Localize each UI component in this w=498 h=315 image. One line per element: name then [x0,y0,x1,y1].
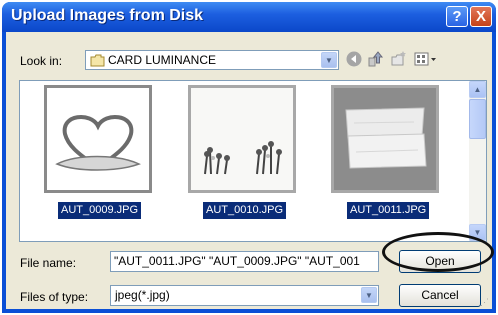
back-icon[interactable] [344,50,364,70]
wooden-sign-image [334,88,436,190]
title-bar[interactable]: Upload Images from Disk ? X [2,2,496,32]
folder-icon [90,54,105,72]
close-button[interactable]: X [470,6,492,27]
vertical-scrollbar[interactable]: ▲ ▼ [469,81,486,241]
chevron-down-icon[interactable]: ▼ [321,52,337,68]
filename-label: File name: [20,256,77,270]
lookin-label: Look in: [20,54,63,68]
file-label[interactable]: AUT_0010.JPG [203,202,287,219]
flowers-image [191,88,293,190]
scroll-thumb[interactable] [469,99,486,139]
cancel-button[interactable]: Cancel [399,284,481,307]
filetype-value: jpeg(*.jpg) [115,288,170,302]
help-button[interactable]: ? [446,6,468,27]
views-menu-icon[interactable] [413,50,439,70]
file-list[interactable]: AUT_0009.JPG AUT_0010.JPG AUT_0011.JPG ▲… [19,80,487,242]
scroll-up-icon[interactable]: ▲ [469,81,486,98]
resize-grip-icon[interactable]: ⋰ [480,297,490,307]
file-label[interactable]: AUT_0011.JPG [347,202,430,219]
heart-frame-image [47,88,149,190]
file-label[interactable]: AUT_0009.JPG [58,202,142,219]
highlight-oval [382,232,494,272]
new-folder-icon[interactable] [389,50,409,70]
filename-input[interactable]: "AUT_0011.JPG" "AUT_0009.JPG" "AUT_001 [110,251,379,272]
up-folder-icon[interactable] [366,50,386,70]
file-thumbnail-aut-0009[interactable] [44,85,152,193]
filetype-label: Files of type: [20,290,89,304]
file-thumbnail-aut-0010[interactable] [188,85,296,193]
chevron-down-icon[interactable]: ▼ [361,287,377,303]
file-thumbnail-aut-0011[interactable] [331,85,439,193]
dialog-title: Upload Images from Disk [11,7,204,24]
lookin-combo[interactable]: CARD LUMINANCE ▼ [85,50,339,70]
filetype-combo[interactable]: jpeg(*.jpg) ▼ [110,285,379,306]
help-icon: ? [452,8,462,25]
close-icon: X [475,8,486,25]
upload-dialog: Upload Images from Disk ? X Look in: CAR… [2,2,496,313]
lookin-value: CARD LUMINANCE [108,53,217,67]
